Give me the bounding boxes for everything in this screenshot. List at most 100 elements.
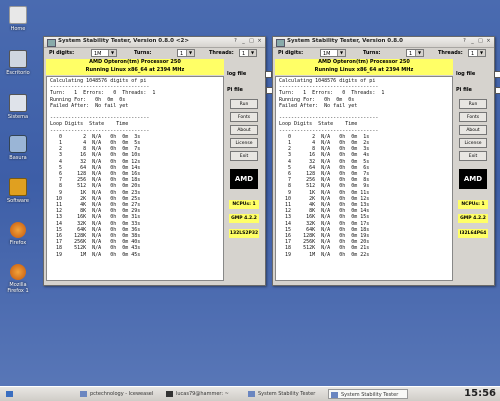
firefox-icon xyxy=(10,264,26,280)
app-icon xyxy=(47,39,56,47)
gmp-badge: GMP 4.2.2 xyxy=(229,214,259,223)
minimize-icon[interactable]: _ xyxy=(469,38,476,45)
chevron-down-icon: ▼ xyxy=(337,50,345,56)
pi-file-checkbox[interactable] xyxy=(494,87,500,94)
sst-window-2: System Stability Tester, Version 0.8.0 ?… xyxy=(272,36,500,286)
desktop-icon-label: Escritorio xyxy=(6,70,30,76)
fonts-button[interactable]: Fonts xyxy=(459,112,487,122)
taskbar-item-label: System Stability Tester xyxy=(341,392,399,398)
run-button[interactable]: Run xyxy=(459,99,487,109)
cpu-info-banner: AMD Opteron(tm) Processor 250 Running Li… xyxy=(275,59,453,75)
desktop-icon-label: Software xyxy=(6,198,30,204)
run-button[interactable]: Run xyxy=(230,99,258,109)
taskbar-item-browser[interactable]: pctechnology - Iceweasel xyxy=(78,389,174,399)
amd-logo: AMD xyxy=(459,169,487,189)
maximize-icon[interactable]: □ xyxy=(477,38,484,45)
cpu-os-speed: Running Linux x86_64 at 2394 MHz xyxy=(85,66,185,73)
computer-icon xyxy=(9,94,27,112)
start-menu-button[interactable] xyxy=(4,389,18,399)
browser-icon xyxy=(80,391,87,397)
desktop-icon-desktop[interactable]: Escritorio xyxy=(4,50,32,76)
gmp-badge: GMP 4.2.2 xyxy=(458,214,488,223)
desktop-icon-firefox-2[interactable]: Mozilla Firefox 1 xyxy=(4,264,32,294)
minimize-icon[interactable]: _ xyxy=(240,38,247,45)
monitor-icon xyxy=(9,50,27,68)
title-bar[interactable]: System Stability Tester, Version 0.8.0 <… xyxy=(44,37,265,48)
build-badge: 132LS2P32 xyxy=(229,229,259,238)
about-button[interactable]: About xyxy=(459,125,487,135)
desktop-icon-firefox-1[interactable]: Firefox xyxy=(4,222,32,246)
turns-select[interactable]: 1 ▼ xyxy=(406,49,424,57)
threads-label: Threads: xyxy=(438,50,463,56)
taskbar: pctechnology - Iceweasel lucas79@hammer:… xyxy=(0,386,500,401)
build-badge: I32L64P64 xyxy=(458,229,488,238)
desktop-icon-label: Sistema xyxy=(7,114,29,120)
pi-file-label: Pi file xyxy=(227,87,243,93)
help-icon[interactable]: ? xyxy=(461,38,468,45)
desktop-icon-trash[interactable]: Basura xyxy=(4,135,32,161)
license-button[interactable]: License xyxy=(459,138,487,148)
exit-button[interactable]: Exit xyxy=(230,151,258,161)
title-bar[interactable]: System Stability Tester, Version 0.8.0 ?… xyxy=(273,37,494,48)
taskbar-item-label: pctechnology - Iceweasel xyxy=(90,391,154,397)
threads-value: 1 xyxy=(471,51,475,57)
log-file-label: log file xyxy=(456,71,476,77)
threads-select[interactable]: 1 ▼ xyxy=(239,49,257,57)
log-file-option[interactable]: log file xyxy=(227,71,273,78)
license-button[interactable]: License xyxy=(230,138,258,148)
fonts-button[interactable]: Fonts xyxy=(230,112,258,122)
turns-label: Turns: xyxy=(363,50,381,56)
taskbar-item-sst-2[interactable]: System Stability Tester xyxy=(328,389,408,399)
desktop-icon-label: Home xyxy=(10,26,26,32)
taskbar-item-label: lucas79@hammer: ~ xyxy=(176,391,229,397)
help-icon[interactable]: ? xyxy=(232,38,239,45)
log-file-option[interactable]: log file xyxy=(456,71,500,78)
firefox-icon xyxy=(10,222,26,238)
cpu-info-banner: AMD Opteron(tm) Processor 250 Running Li… xyxy=(46,59,224,75)
app-icon xyxy=(331,392,338,398)
terminal-icon xyxy=(166,391,173,397)
about-button[interactable]: About xyxy=(230,125,258,135)
ncpus-badge: NCPUs: 1 xyxy=(458,200,488,209)
window-title: System Stability Tester, Version 0.8.0 xyxy=(287,38,403,44)
pi-file-label: Pi file xyxy=(456,87,472,93)
turns-label: Turns: xyxy=(134,50,152,56)
close-icon[interactable]: × xyxy=(256,38,263,45)
desktop-icon-label: Mozilla Firefox 1 xyxy=(7,282,29,294)
sst-window-1: System Stability Tester, Version 0.8.0 <… xyxy=(43,36,273,286)
desktop-icon-home[interactable]: Home xyxy=(4,6,32,32)
desktop-icon-system[interactable]: Sistema xyxy=(4,94,32,120)
pi-digits-select[interactable]: 1M ▼ xyxy=(91,49,117,57)
home-folder-icon xyxy=(9,6,27,24)
desktop-icon-label: Basura xyxy=(9,155,27,161)
threads-select[interactable]: 1 ▼ xyxy=(468,49,486,57)
amd-logo: AMD xyxy=(230,169,258,189)
pi-file-option[interactable]: Pi file xyxy=(456,87,500,94)
pi-digits-select[interactable]: 1M ▼ xyxy=(320,49,346,57)
threads-value: 1 xyxy=(242,51,246,57)
output-log: Calculating 1048576 digits of pi -------… xyxy=(275,76,453,281)
maximize-icon[interactable]: □ xyxy=(248,38,255,45)
close-icon[interactable]: × xyxy=(485,38,492,45)
threads-label: Threads: xyxy=(209,50,234,56)
chevron-down-icon: ▼ xyxy=(108,50,116,56)
taskbar-item-terminal[interactable]: lucas79@hammer: ~ xyxy=(164,389,254,399)
app-icon xyxy=(276,39,285,47)
log-file-checkbox[interactable] xyxy=(494,71,500,78)
turns-select[interactable]: 1 ▼ xyxy=(177,49,195,57)
window-title: System Stability Tester, Version 0.8.0 <… xyxy=(58,38,189,44)
chevron-down-icon: ▼ xyxy=(186,50,194,56)
pi-file-option[interactable]: Pi file xyxy=(227,87,273,94)
chevron-down-icon: ▼ xyxy=(415,50,423,56)
cpu-model: AMD Opteron(tm) Processor 250 xyxy=(89,59,181,65)
turns-value: 1 xyxy=(180,51,184,57)
desktop-icon-software[interactable]: Software xyxy=(4,178,32,204)
turns-value: 1 xyxy=(409,51,413,57)
cpu-os-speed: Running Linux x86_64 at 2394 MHz xyxy=(314,66,414,73)
trash-icon xyxy=(9,135,27,153)
software-icon xyxy=(9,178,27,196)
exit-button[interactable]: Exit xyxy=(459,151,487,161)
ncpus-badge: NCPUs: 1 xyxy=(229,200,259,209)
taskbar-item-sst-1[interactable]: System Stability Tester xyxy=(246,389,338,399)
pi-digits-label: Pi digits: xyxy=(278,50,304,56)
